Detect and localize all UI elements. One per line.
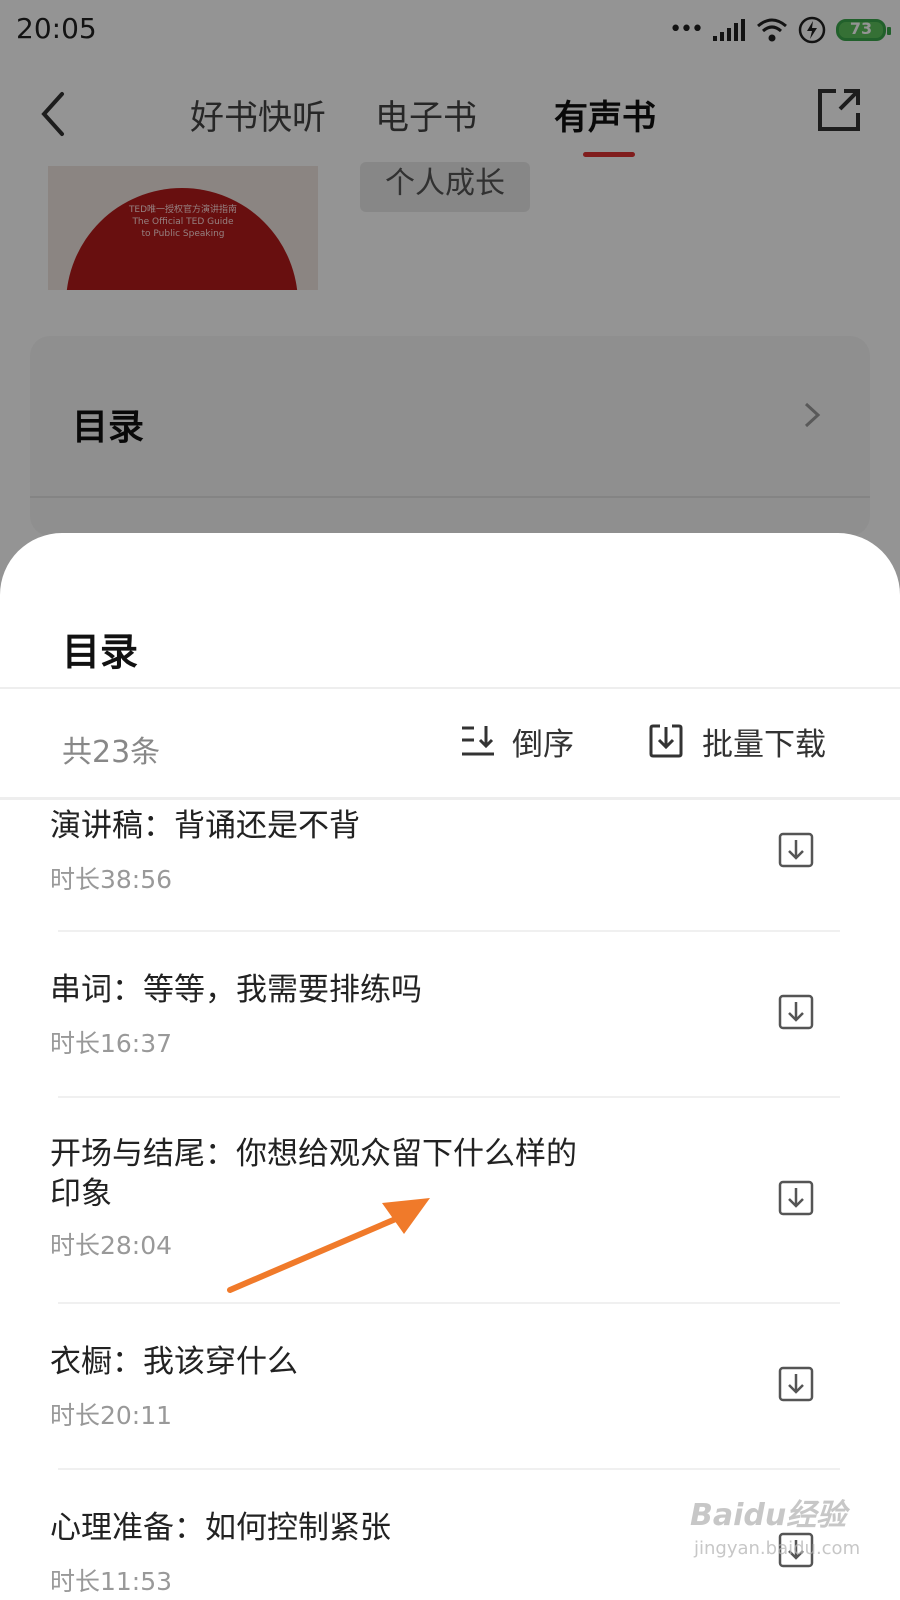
watermark-main: Baidu经验 — [690, 1498, 847, 1533]
list-item[interactable]: 演讲稿：背诵还是不背 时长38:56 — [0, 800, 900, 930]
sort-icon — [462, 726, 494, 756]
download-icon[interactable] — [778, 832, 814, 868]
chapter-title: 串词：等等，我需要排练吗 — [50, 972, 422, 1008]
toc-bottom-sheet: 目录 共23条 倒序 批量下载 演讲稿：背诵还是不背 时长38:56 串词：等等… — [0, 533, 900, 1600]
chapter-duration: 时长16:37 — [50, 1029, 173, 1058]
sheet-title: 目录 — [62, 630, 139, 674]
chapter-duration: 时长20:11 — [50, 1401, 173, 1430]
chapter-title: 演讲稿：背诵还是不背 — [50, 808, 360, 844]
reverse-order-label: 倒序 — [512, 726, 574, 763]
batch-download-label: 批量下载 — [702, 726, 826, 763]
download-icon[interactable] — [778, 994, 814, 1030]
watermark-sub: jingyan.baidu.com — [694, 1538, 861, 1559]
download-icon[interactable] — [778, 1366, 814, 1402]
watermark-logo: Baidu经验 jingyan.baidu.com — [690, 1470, 880, 1580]
list-item[interactable]: 衣橱：我该穿什么 时长20:11 — [0, 1304, 900, 1468]
download-icon — [649, 724, 683, 758]
chapter-duration: 时长28:04 — [50, 1231, 173, 1260]
chapter-title: 衣橱：我该穿什么 — [50, 1344, 298, 1380]
chapter-duration: 时长11:53 — [50, 1567, 173, 1596]
batch-download-button[interactable]: 批量下载 — [648, 711, 826, 771]
list-item[interactable]: 开场与结尾：你想给观众留下什么样的印象 时长28:04 — [0, 1098, 900, 1302]
episode-count: 共23条 — [62, 735, 161, 770]
chapter-duration: 时长38:56 — [50, 865, 173, 894]
list-item[interactable]: 串词：等等，我需要排练吗 时长16:37 — [0, 932, 900, 1096]
chapter-title: 开场与结尾：你想给观众留下什么样的印象 — [50, 1136, 577, 1212]
download-icon[interactable] — [778, 1180, 814, 1216]
reverse-order-button[interactable]: 倒序 — [460, 711, 574, 771]
sheet-toolbar: 共23条 倒序 批量下载 — [0, 689, 900, 797]
chapter-title: 心理准备：如何控制紧张 — [50, 1510, 391, 1546]
